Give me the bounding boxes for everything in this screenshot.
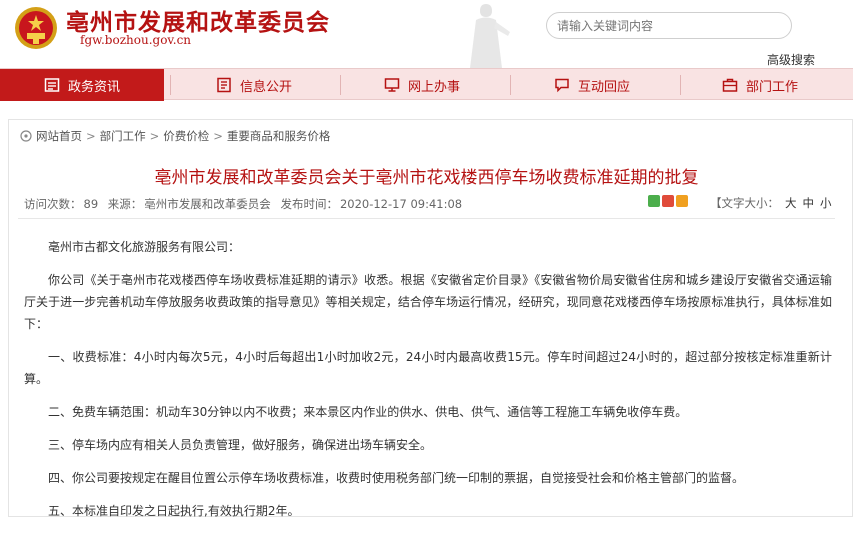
breadcrumb-separator: >	[149, 129, 160, 143]
home-icon	[20, 130, 32, 142]
share-buttons	[648, 195, 688, 207]
breadcrumb-separator: >	[86, 129, 96, 143]
published-label: 发布时间：	[280, 197, 338, 211]
nav-item-label: 信息公开	[240, 79, 293, 95]
briefcase-icon	[722, 78, 738, 92]
font-size-label: 【文字大小：	[710, 196, 779, 210]
article-meta: 访问次数： 89 来源： 亳州市发展和改革委员会 发布时间： 2020-12-17 0…	[24, 196, 464, 212]
site-domain: fgw.bozhou.gov.cn	[80, 33, 192, 47]
nav-item-department-work[interactable]: 部门工作	[722, 69, 798, 101]
visits-count: 89	[83, 197, 99, 211]
statue-decoration	[470, 4, 510, 68]
nav-item-interaction[interactable]: 互动回应	[554, 69, 630, 101]
article-paragraph: 五、本标准自印发之日起执行,有效执行期2年。	[48, 504, 300, 518]
nav-item-label: 互动回应	[578, 79, 631, 95]
wechat-share-icon[interactable]	[648, 195, 660, 207]
nav-item-info-disclosure[interactable]: 信息公开	[216, 69, 292, 101]
article-title: 亳州市发展和改革委员会关于亳州市花戏楼西停车场收费标准延期的批复	[154, 168, 699, 188]
visits-label: 访问次数：	[24, 197, 82, 211]
article-addressee: 亳州市古都文化旅游服务有限公司：	[48, 240, 241, 254]
nav-item-label: 政务资讯	[67, 79, 120, 95]
nav-item-online-services[interactable]: 网上办事	[384, 69, 460, 101]
breadcrumb-item[interactable]: 部门工作	[100, 128, 146, 144]
source-label: 来源：	[107, 197, 143, 211]
article-paragraph: 二、免费车辆范围：机动车30分钟以内不收费；来本景区内作业的供水、供电、供气、通…	[48, 405, 688, 419]
breadcrumb-home[interactable]: 网站首页	[36, 128, 82, 144]
nav-item-label: 部门工作	[746, 79, 799, 95]
nav-divider	[340, 75, 341, 95]
news-icon	[44, 78, 60, 92]
weibo-share-icon[interactable]	[662, 195, 674, 207]
site-header: 亳州市发展和改革委员会 fgw.bozhou.gov.cn 高级搜索	[0, 0, 853, 68]
advanced-search-link[interactable]: 高级搜索	[767, 51, 815, 68]
search-input[interactable]	[546, 12, 792, 39]
article-paragraph: 你公司《关于亳州市花戏楼西停车场收费标准延期的请示》收悉。根据《安徽省定价目录》…	[24, 273, 832, 331]
qzone-share-icon[interactable]	[676, 195, 688, 207]
nav-divider	[170, 75, 171, 95]
document-icon	[217, 77, 231, 93]
article-body: 亳州市古都文化旅游服务有限公司： 你公司《关于亳州市花戏楼西停车场收费标准延期的…	[24, 236, 832, 533]
article-paragraph: 四、你公司要按规定在醒目位置公示停车场收费标准，收费时使用税务部门统一印制的票据…	[48, 471, 745, 485]
source-value: 亳州市发展和改革委员会	[144, 197, 271, 211]
breadcrumb-separator: >	[213, 129, 223, 143]
monitor-icon	[384, 78, 400, 92]
article-paragraph: 一、收费标准：4小时内每次5元，4小时后每超出1小时加收2元，24小时内最高收费…	[24, 350, 832, 386]
font-size-control: 【文字大小： 大中小	[710, 195, 832, 211]
breadcrumb-item[interactable]: 价费价检	[163, 128, 209, 144]
breadcrumb: 网站首页 > 部门工作 > 价费价检 > 重要商品和服务价格	[20, 128, 334, 144]
breadcrumb-item[interactable]: 重要商品和服务价格	[227, 128, 331, 144]
article-paragraph: 三、停车场内应有相关人员负责管理，做好服务，确保进出场车辆安全。	[48, 438, 433, 452]
site-title[interactable]: 亳州市发展和改革委员会	[66, 3, 330, 37]
font-size-large[interactable]: 大	[785, 196, 797, 210]
nav-item-label: 网上办事	[408, 79, 461, 95]
national-emblem-icon	[15, 7, 57, 49]
nav-divider	[680, 75, 681, 95]
nav-item-news[interactable]: 政务资讯	[0, 69, 164, 101]
meta-divider	[18, 218, 835, 219]
font-size-small[interactable]: 小	[820, 196, 832, 210]
main-nav: 政务资讯 信息公开 网上办事 互动回应 部门工作	[0, 68, 853, 101]
published-value: 2020-12-17 09:41:08	[339, 197, 463, 211]
font-size-medium[interactable]: 中	[803, 196, 815, 210]
nav-divider	[510, 75, 511, 95]
chat-icon	[555, 78, 569, 93]
